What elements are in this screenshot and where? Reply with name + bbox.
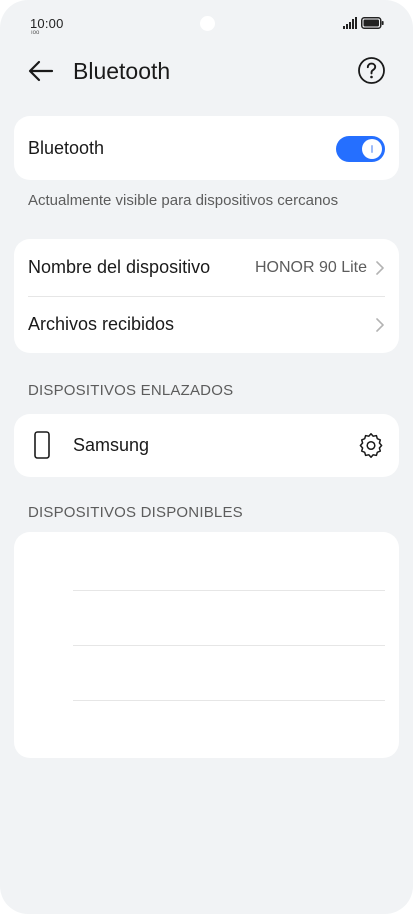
available-devices-card <box>14 532 399 758</box>
paired-devices-card: Samsung <box>14 414 399 477</box>
list-divider <box>73 590 385 591</box>
received-files-label: Archivos recibidos <box>28 314 175 334</box>
received-files-row[interactable]: Archivos recibidos <box>14 296 399 353</box>
bluetooth-switch[interactable] <box>336 136 385 162</box>
bluetooth-toggle-card: Bluetooth <box>14 116 399 180</box>
help-icon[interactable] <box>357 56 386 85</box>
paired-device-item[interactable]: Samsung <box>14 414 399 477</box>
status-time: 10:00 <box>30 16 64 31</box>
chevron-right-icon <box>376 317 384 332</box>
device-name-value: HONOR 90 Lite <box>254 258 367 276</box>
status-sub-text: ıoo <box>31 30 40 36</box>
app-header: Bluetooth <box>0 48 413 94</box>
bluetooth-label: Bluetooth <box>28 137 105 158</box>
visibility-caption: Actualmente visible para dispositivos ce… <box>28 192 339 209</box>
chevron-right-icon <box>376 260 384 275</box>
signal-icon <box>343 17 357 29</box>
phone-icon <box>34 431 50 459</box>
device-settings-card: Nombre del dispositivo HONOR 90 Lite Arc… <box>14 239 399 353</box>
back-arrow-icon <box>28 60 54 82</box>
paired-devices-title: DISPOSITIVOS ENLAZADOS <box>28 382 234 399</box>
device-name-label: Nombre del dispositivo <box>28 257 211 277</box>
bluetooth-settings-screen: 10:00 ıoo Bluetooth Bluetooth Actualment… <box>0 0 413 914</box>
device-name-row[interactable]: Nombre del dispositivo HONOR 90 Lite <box>14 239 399 296</box>
gear-icon[interactable] <box>358 432 384 458</box>
status-bar: 10:00 ıoo <box>0 0 413 48</box>
page-title: Bluetooth <box>73 58 171 84</box>
switch-knob <box>362 139 382 159</box>
camera-cutout <box>200 16 215 31</box>
paired-device-name: Samsung <box>73 435 150 455</box>
back-button[interactable] <box>26 56 56 86</box>
list-divider <box>73 645 385 646</box>
battery-icon <box>361 17 384 29</box>
available-devices-title: DISPOSITIVOS DISPONIBLES <box>28 504 243 521</box>
list-divider <box>73 700 385 701</box>
